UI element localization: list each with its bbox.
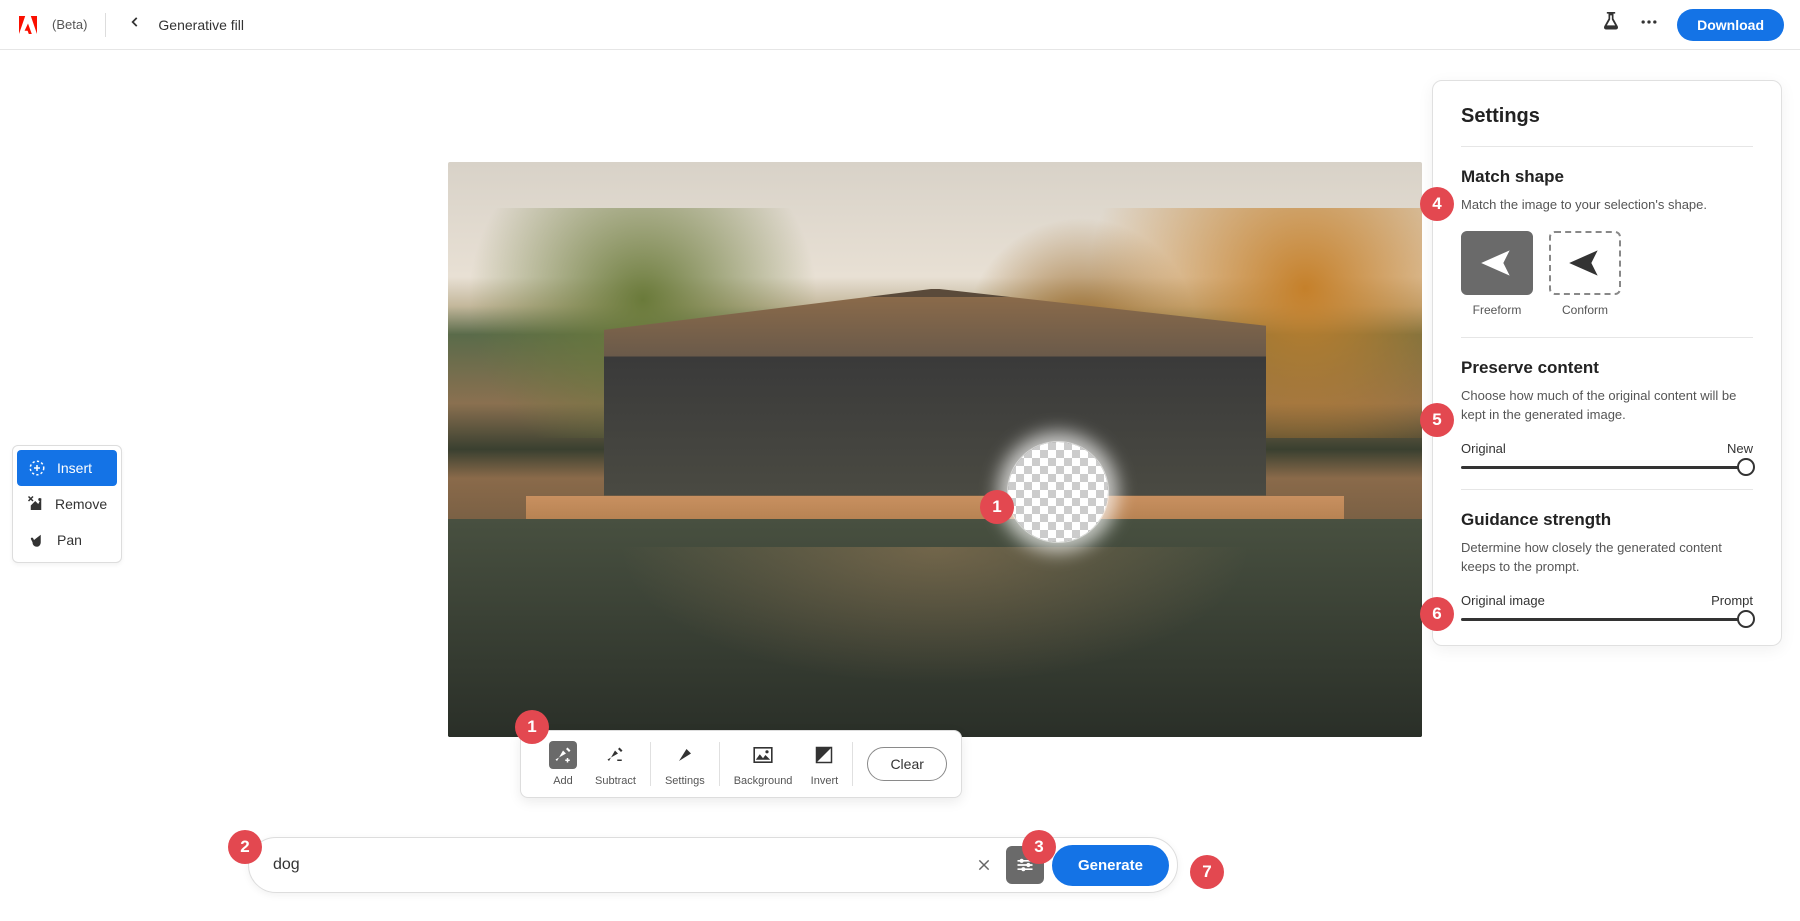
guidance-slider-thumb[interactable]: [1737, 610, 1755, 628]
tool-remove-label: Remove: [55, 496, 107, 512]
page-title: Generative fill: [158, 17, 244, 33]
download-button[interactable]: Download: [1677, 9, 1784, 41]
preserve-slider[interactable]: [1461, 466, 1753, 469]
generate-button[interactable]: Generate: [1052, 845, 1169, 886]
back-button[interactable]: [124, 11, 146, 38]
brush-settings[interactable]: Settings: [665, 741, 705, 787]
header: (Beta) Generative fill Download: [0, 0, 1800, 50]
brush-add[interactable]: Add: [549, 741, 577, 787]
match-shape-section: Match shape Match the image to your sele…: [1461, 147, 1753, 338]
preserve-left-label: Original: [1461, 441, 1506, 456]
adobe-logo-icon: [16, 13, 40, 37]
brush-background[interactable]: Background: [734, 741, 793, 787]
guidance-slider[interactable]: [1461, 618, 1753, 621]
guidance-right-label: Prompt: [1711, 593, 1753, 608]
left-toolbar: Insert Remove Pan: [12, 445, 122, 563]
selection-area[interactable]: [1008, 442, 1108, 542]
settings-title: Settings: [1461, 105, 1753, 147]
preserve-right-label: New: [1727, 441, 1753, 456]
beaker-icon[interactable]: [1601, 12, 1621, 37]
brush-add-icon: [549, 741, 577, 769]
divider: [105, 13, 106, 37]
tool-insert-label: Insert: [57, 460, 92, 476]
annotation-badge-4: 4: [1420, 187, 1454, 221]
annotation-badge-1b: 1: [515, 710, 549, 744]
annotation-badge-1: 1: [980, 490, 1014, 524]
brush-settings-label: Settings: [665, 775, 705, 787]
brush-toolbar: Add Subtract Settings Background: [520, 730, 962, 798]
guidance-left-label: Original image: [1461, 593, 1545, 608]
prompt-clear-button[interactable]: [970, 851, 998, 879]
match-shape-heading: Match shape: [1461, 167, 1753, 187]
tool-insert[interactable]: Insert: [17, 450, 117, 486]
shape-freeform[interactable]: Freeform: [1461, 231, 1533, 317]
header-left: (Beta) Generative fill: [16, 11, 244, 38]
brush-invert[interactable]: Invert: [810, 741, 838, 787]
more-icon[interactable]: [1639, 12, 1659, 37]
annotation-badge-2: 2: [228, 830, 262, 864]
guidance-desc: Determine how closely the generated cont…: [1461, 538, 1753, 577]
chevron-left-icon: [128, 15, 142, 29]
guidance-section: Guidance strength Determine how closely …: [1461, 490, 1753, 621]
beta-label: (Beta): [52, 17, 87, 32]
brush-settings-icon: [671, 741, 699, 769]
clear-button[interactable]: Clear: [867, 747, 946, 781]
annotation-badge-6: 6: [1420, 597, 1454, 631]
freeform-label: Freeform: [1473, 303, 1522, 317]
canvas[interactable]: [448, 162, 1422, 737]
annotation-badge-7: 7: [1190, 855, 1224, 889]
toolbar-divider: [852, 742, 853, 786]
brush-subtract-icon: [601, 741, 629, 769]
tool-pan-label: Pan: [57, 532, 82, 548]
canvas-reflection: [565, 547, 1305, 708]
background-label: Background: [734, 775, 793, 787]
preserve-heading: Preserve content: [1461, 358, 1753, 378]
background-icon: [749, 741, 777, 769]
brush-subtract[interactable]: Subtract: [595, 741, 636, 787]
tool-pan[interactable]: Pan: [17, 522, 117, 558]
invert-label: Invert: [811, 775, 839, 787]
conform-icon: [1549, 231, 1621, 295]
close-icon: [977, 858, 991, 872]
preserve-section: Preserve content Choose how much of the …: [1461, 338, 1753, 490]
invert-icon: [810, 741, 838, 769]
annotation-badge-3: 3: [1022, 830, 1056, 864]
canvas-house: [604, 289, 1266, 496]
header-right: Download: [1601, 9, 1784, 41]
canvas-image: [448, 162, 1422, 737]
prompt-input[interactable]: [273, 856, 970, 874]
remove-icon: [27, 494, 45, 514]
insert-icon: [27, 458, 47, 478]
brush-add-label: Add: [553, 775, 573, 787]
annotation-badge-5: 5: [1420, 403, 1454, 437]
guidance-heading: Guidance strength: [1461, 510, 1753, 530]
preserve-slider-thumb[interactable]: [1737, 458, 1755, 476]
match-shape-desc: Match the image to your selection's shap…: [1461, 195, 1753, 215]
preserve-desc: Choose how much of the original content …: [1461, 386, 1753, 425]
pan-icon: [27, 530, 47, 550]
settings-panel: Settings Match shape Match the image to …: [1432, 80, 1782, 646]
brush-subtract-label: Subtract: [595, 775, 636, 787]
freeform-icon: [1461, 231, 1533, 295]
tool-remove[interactable]: Remove: [17, 486, 117, 522]
conform-label: Conform: [1562, 303, 1608, 317]
shape-conform[interactable]: Conform: [1549, 231, 1621, 317]
